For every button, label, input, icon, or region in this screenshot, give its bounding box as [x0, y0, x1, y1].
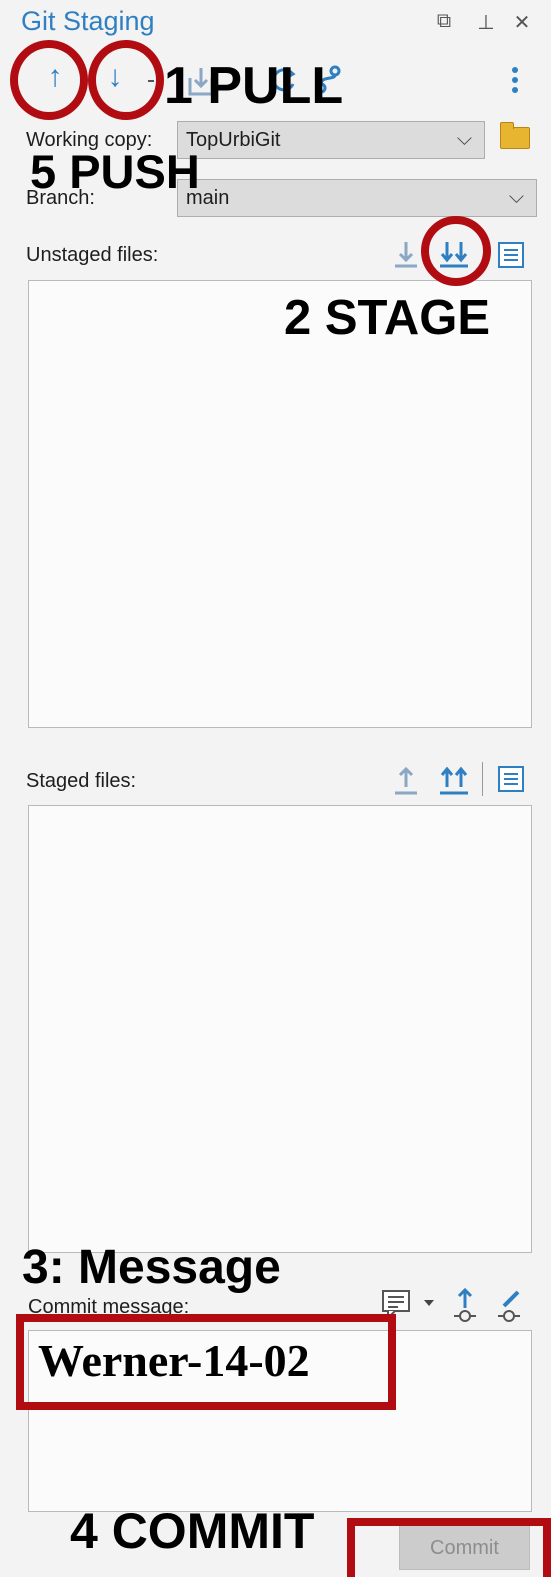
staged-files-list[interactable] — [28, 805, 532, 1253]
message-history-dropdown-icon[interactable] — [424, 1300, 434, 1306]
branch-select[interactable]: main ⌵ — [177, 179, 537, 217]
annotation-ring-stage — [421, 216, 491, 286]
chevron-down-icon: ⌵ — [456, 128, 472, 150]
working-copy-select[interactable]: TopUrbiGit ⌵ — [177, 121, 485, 159]
folder-icon[interactable] — [500, 122, 530, 149]
pin-icon[interactable]: ⊥ — [474, 10, 498, 35]
list-view-icon[interactable] — [498, 242, 524, 268]
annotation-ring-push — [10, 40, 88, 120]
toolbar-separator — [482, 762, 483, 796]
stage-selected-icon[interactable] — [392, 238, 420, 272]
amend-commit-icon[interactable] — [496, 1286, 524, 1324]
working-copy-value: TopUrbiGit — [186, 129, 281, 151]
restore-icon[interactable]: ⧉ — [432, 10, 456, 33]
staged-files-label: Staged files: — [26, 770, 137, 792]
annotation-ring-pull — [88, 40, 164, 120]
unstaged-files-list[interactable] — [28, 280, 532, 728]
unstage-all-icon[interactable] — [438, 763, 470, 797]
annotation-stage: 2 STAGE — [284, 291, 491, 345]
annotation-box-commit — [347, 1518, 551, 1577]
commit-and-push-icon[interactable] — [452, 1286, 478, 1324]
list-view-icon[interactable] — [498, 766, 524, 792]
chevron-down-icon: ⌵ — [508, 186, 524, 208]
unstaged-files-label: Unstaged files: — [26, 244, 159, 266]
annotation-message: 3: Message — [22, 1241, 281, 1294]
annotation-box-message — [16, 1314, 396, 1410]
panel-title: Git Staging — [21, 6, 155, 36]
annotation-commit: 4 COMMIT — [70, 1503, 315, 1559]
close-icon[interactable]: ✕ — [510, 10, 534, 35]
annotation-pull: 1 PULL — [164, 57, 344, 115]
annotation-push: 5 PUSH — [30, 145, 200, 198]
unstage-selected-icon[interactable] — [392, 763, 420, 797]
more-options-icon[interactable] — [505, 64, 525, 104]
